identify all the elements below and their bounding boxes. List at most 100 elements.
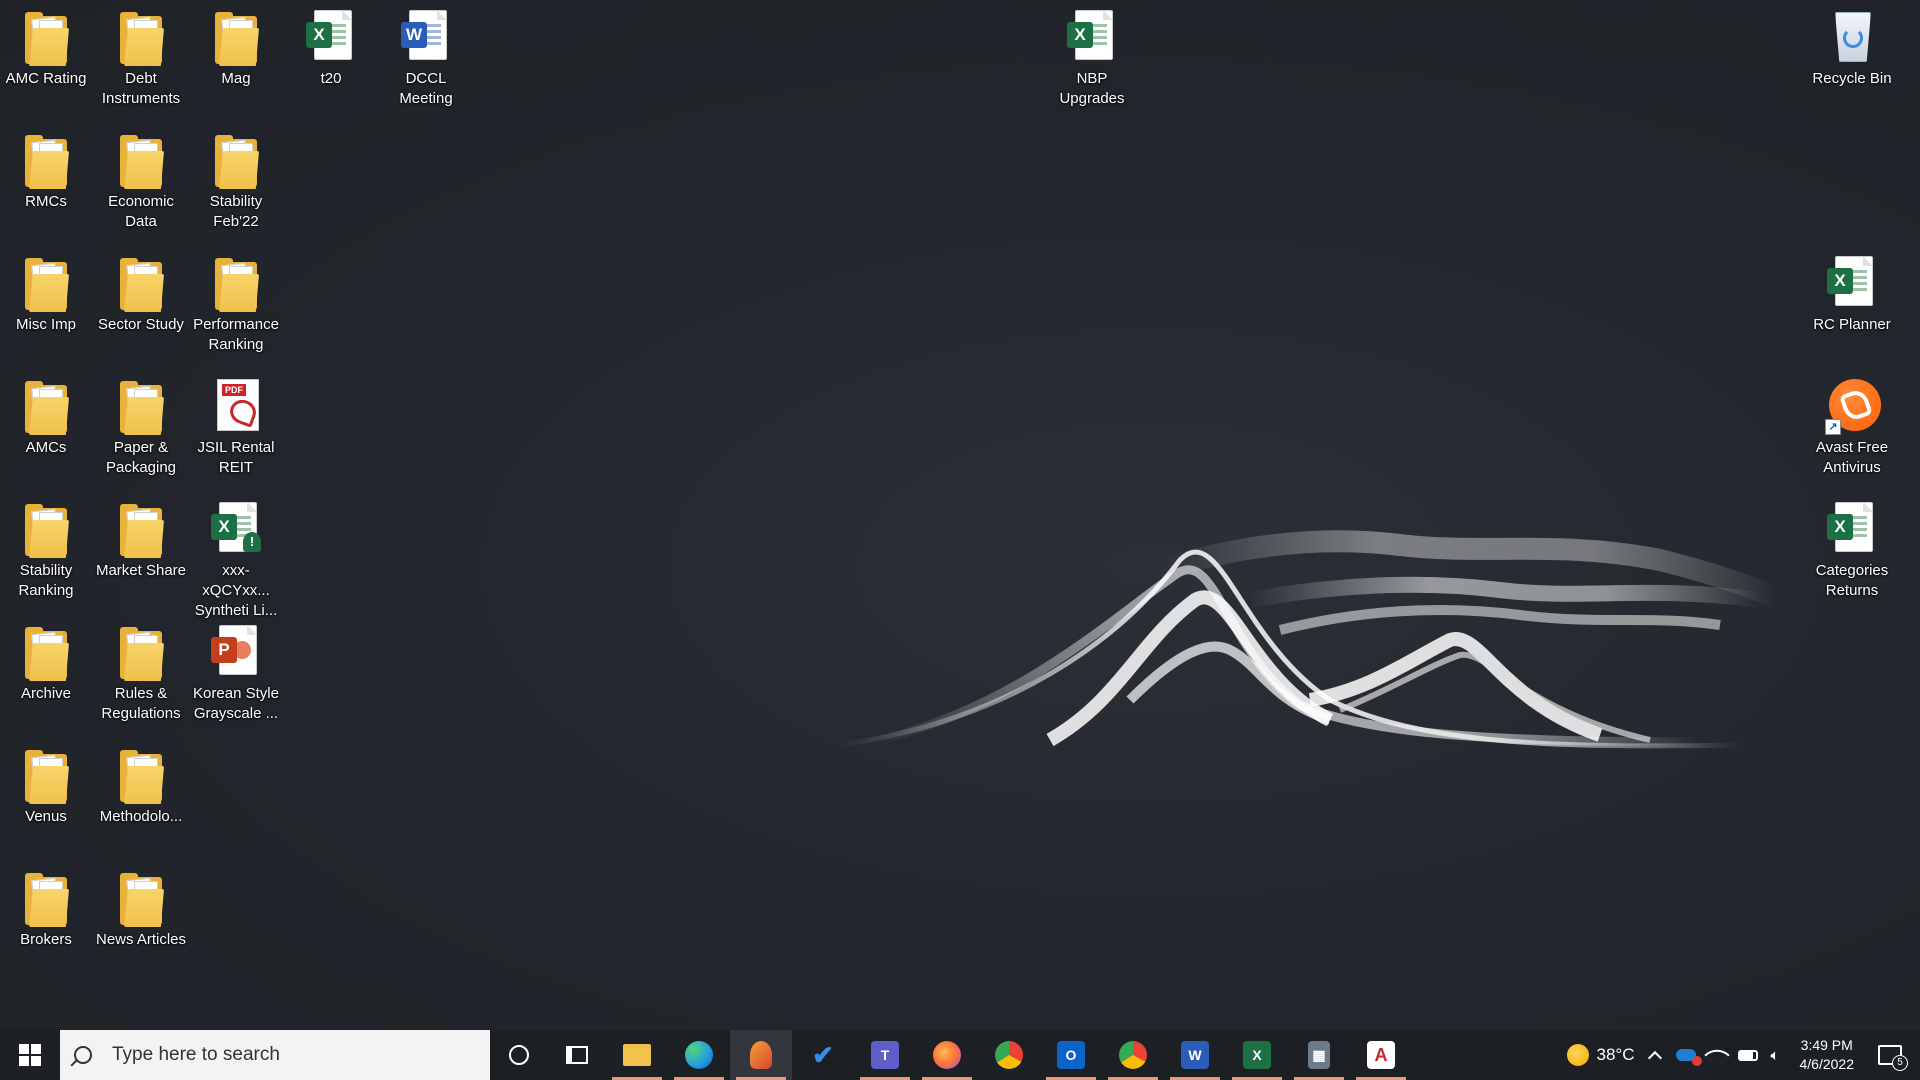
folder-icon-misc-imp[interactable]: W Misc Imp <box>0 254 92 335</box>
chrome-icon <box>1119 1041 1147 1069</box>
taskbar-chrome[interactable] <box>978 1030 1040 1080</box>
chevron-up-icon <box>1648 1050 1663 1065</box>
edge-icon <box>685 1041 713 1069</box>
firefox-icon <box>933 1041 961 1069</box>
folder-icon <box>19 869 73 927</box>
excel-file-icon: X <box>1065 8 1119 66</box>
folder-icon: A <box>114 869 168 927</box>
taskbar-chrome-profile[interactable] <box>1102 1030 1164 1080</box>
action-center-button[interactable]: 5 <box>1868 1030 1920 1080</box>
folder-icon-amcs[interactable]: X AMCs <box>0 377 92 458</box>
wifi-button[interactable] <box>1702 1030 1732 1080</box>
icon-label: AMCs <box>25 439 67 456</box>
icon-label: RC Planner <box>1813 316 1891 333</box>
excel-file-t20[interactable]: X t20 <box>285 8 377 89</box>
taskbar-todo[interactable]: ✔ <box>792 1030 854 1080</box>
folder-icon-amc-rating[interactable]: X AMC Rating <box>0 8 92 89</box>
recycle-bin-icon <box>1825 8 1879 66</box>
excel-file-rc-planner[interactable]: X RC Planner <box>1806 254 1898 335</box>
sun-icon <box>1566 1044 1589 1066</box>
icon-label: NBP Upgrades <box>1059 70 1125 107</box>
taskbar-snip-sketch[interactable] <box>730 1030 792 1080</box>
icon-label: RMCs <box>25 193 67 210</box>
icon-label: Methodolo... <box>99 808 183 825</box>
avast-shortcut[interactable]: ↗ Avast Free Antivirus <box>1806 377 1898 478</box>
folder-icon <box>114 8 168 66</box>
folder-icon-debt-instruments[interactable]: Debt Instruments <box>95 8 187 109</box>
task-view-button[interactable] <box>548 1030 606 1080</box>
taskbar-firefox[interactable] <box>916 1030 978 1080</box>
chrome-icon <box>995 1041 1023 1069</box>
word-file-dccl-meeting[interactable]: W DCCL Meeting <box>380 8 472 109</box>
excel-file-nbp-upgrades[interactable]: X NBP Upgrades <box>1046 8 1138 109</box>
icon-label: Stability Ranking <box>18 562 74 599</box>
folder-icon-stability-ranking[interactable]: X Stability Ranking <box>0 500 92 601</box>
folder-icon: X <box>19 131 73 189</box>
pdf-icon: PDF <box>209 377 263 435</box>
taskbar-calculator[interactable]: ▦ <box>1288 1030 1350 1080</box>
icon-label: t20 <box>320 70 342 87</box>
cortana-button[interactable] <box>490 1030 548 1080</box>
icon-label: Archive <box>20 685 72 702</box>
battery-icon <box>1738 1049 1759 1061</box>
folder-icon: X <box>209 131 263 189</box>
onedrive-status-button[interactable] <box>1670 1030 1703 1080</box>
icon-label: Misc Imp <box>16 316 76 333</box>
folder-icon: A <box>114 254 168 312</box>
icon-label: Stability Feb'22 <box>209 193 263 230</box>
folder-icon-rmcs[interactable]: X RMCs <box>0 131 92 212</box>
folder-icon-mag[interactable]: A Mag <box>190 8 282 89</box>
folder-icon-methodology[interactable]: A Methodolo... <box>95 746 187 827</box>
icon-label: Brokers <box>20 931 72 948</box>
folder-icon-paper-packaging[interactable]: X Paper & Packaging <box>95 377 187 478</box>
folder-icon-news-articles[interactable]: A News Articles <box>95 869 187 950</box>
folder-icon: X <box>19 746 73 804</box>
icon-label: News Articles <box>95 931 187 948</box>
start-button[interactable] <box>0 1030 60 1080</box>
onedrive-error-icon <box>1676 1049 1703 1066</box>
taskbar-excel[interactable]: X <box>1226 1030 1288 1080</box>
search-input[interactable]: Type here to search <box>60 1030 490 1080</box>
battery-button[interactable] <box>1732 1030 1764 1080</box>
folder-icon-rules-regulations[interactable]: A Rules & Regulations <box>95 623 187 724</box>
clock-time: 3:49 PM <box>1800 1037 1853 1053</box>
show-hidden-icons-button[interactable] <box>1640 1030 1670 1080</box>
icon-label: DCCL Meeting <box>399 70 453 107</box>
weather-widget[interactable]: 38°C <box>1561 1030 1641 1080</box>
taskbar-acrobat[interactable]: A <box>1350 1030 1412 1080</box>
icon-label: Rules & Regulations <box>101 685 181 722</box>
outlook-icon: O <box>1057 1041 1085 1069</box>
taskbar-teams[interactable]: T <box>854 1030 916 1080</box>
taskbar-word[interactable]: W <box>1164 1030 1226 1080</box>
icon-label: Market Share <box>95 562 187 579</box>
notification-count: 5 <box>1892 1055 1908 1071</box>
icon-label: Performance Ranking <box>193 316 279 353</box>
recycle-bin[interactable]: Recycle Bin <box>1806 8 1898 89</box>
pdf-file-jsil-rental-reit[interactable]: PDF JSIL Rental REIT <box>190 377 282 478</box>
taskbar-outlook[interactable]: O <box>1040 1030 1102 1080</box>
folder-icon-sector-study[interactable]: A Sector Study <box>95 254 187 335</box>
icon-label: Avast Free Antivirus <box>1815 439 1889 476</box>
folder-icon-venus[interactable]: X Venus <box>0 746 92 827</box>
excel-file-categories-returns[interactable]: X Categories Returns <box>1806 500 1898 601</box>
icon-label: Categories Returns <box>1815 562 1889 599</box>
folder-icon-archive[interactable]: X Archive <box>0 623 92 704</box>
folder-icon-market-share[interactable]: X Market Share <box>95 500 187 581</box>
notification-icon: 5 <box>1878 1045 1908 1071</box>
folder-icon-performance-ranking[interactable]: Performance Ranking <box>190 254 282 355</box>
icon-label: Korean Style Grayscale ... <box>193 685 279 722</box>
taskbar-file-explorer[interactable] <box>606 1030 668 1080</box>
powerpoint-file-korean-style[interactable]: P Korean Style Grayscale ... <box>190 623 282 724</box>
icon-label: Economic Data <box>108 193 174 230</box>
icon-label: JSIL Rental REIT <box>197 439 275 476</box>
speaker-icon: 🔈︎ <box>1770 1046 1780 1064</box>
volume-button[interactable]: 🔈︎ <box>1764 1030 1785 1080</box>
folder-icon-brokers[interactable]: Brokers <box>0 869 92 950</box>
calculator-icon: ▦ <box>1308 1041 1330 1069</box>
taskbar-edge[interactable] <box>668 1030 730 1080</box>
file-explorer-icon <box>623 1044 651 1066</box>
clock[interactable]: 3:49 PM 4/6/2022 <box>1786 1030 1869 1080</box>
excel-file-synthetic[interactable]: X ! xxx-xQCYxx... Syntheti Li... <box>190 500 282 621</box>
folder-icon-economic-data[interactable]: X Economic Data <box>95 131 187 232</box>
folder-icon-stability-feb22[interactable]: X Stability Feb'22 <box>190 131 282 232</box>
